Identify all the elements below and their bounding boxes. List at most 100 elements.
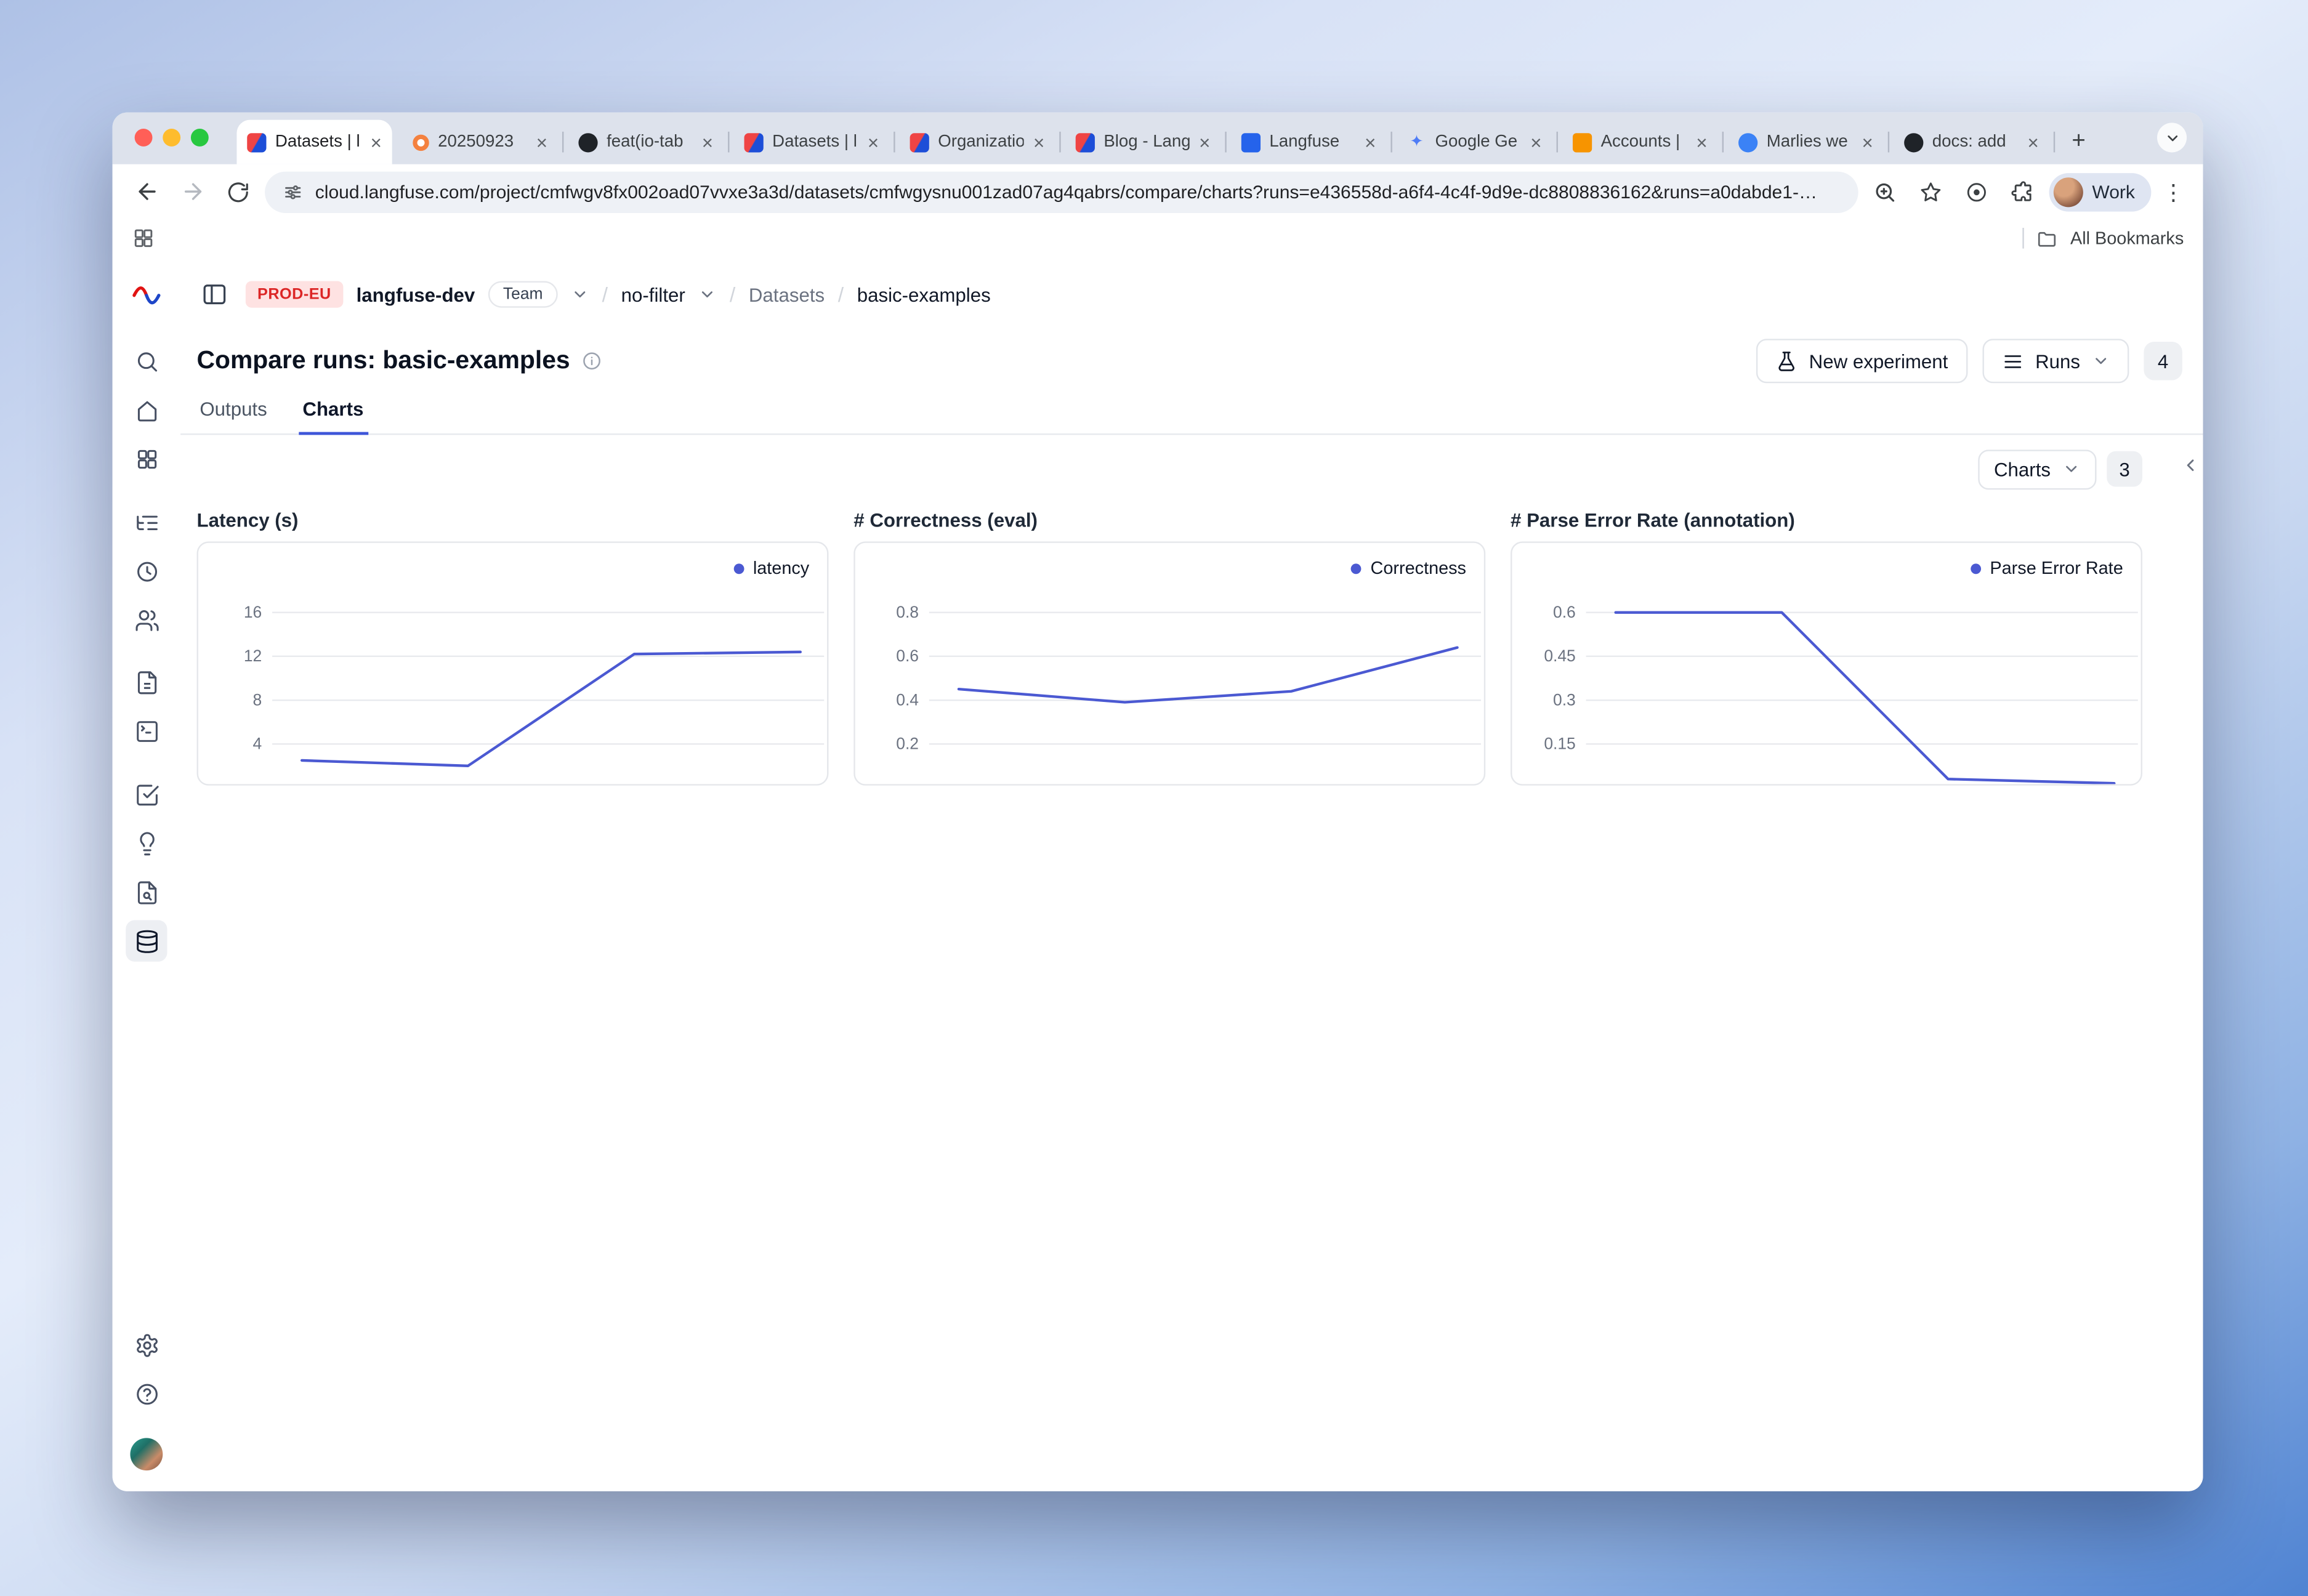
aws-favicon bbox=[1573, 132, 1592, 151]
tab-outputs[interactable]: Outputs bbox=[200, 398, 267, 433]
tab-title: 20250923 bbox=[438, 133, 527, 151]
tab-close-icon[interactable]: × bbox=[702, 132, 713, 151]
org-name[interactable]: langfuse-dev bbox=[357, 283, 475, 305]
minimize-window-button[interactable] bbox=[163, 129, 180, 147]
runs-dropdown-button[interactable]: Runs bbox=[1982, 339, 2129, 383]
browser-tab[interactable]: docs: add × bbox=[1894, 120, 2049, 164]
breadcrumb-separator: / bbox=[730, 283, 735, 306]
tab-close-icon[interactable]: × bbox=[1365, 132, 1376, 151]
sidebar-item-help[interactable] bbox=[126, 1374, 167, 1415]
site-settings-icon[interactable] bbox=[283, 181, 304, 202]
pinned-extension-button[interactable] bbox=[1958, 172, 1996, 211]
list-tree-icon bbox=[134, 510, 159, 535]
browser-tab[interactable]: 20250923 × bbox=[403, 120, 558, 164]
sidebar-item-users[interactable] bbox=[126, 599, 167, 640]
sidebar-item-home[interactable] bbox=[126, 390, 167, 431]
page-title: Compare runs: basic-examples bbox=[197, 346, 570, 376]
sidebar-item-search[interactable] bbox=[126, 341, 167, 382]
info-icon[interactable] bbox=[582, 350, 603, 371]
maximize-window-button[interactable] bbox=[191, 129, 209, 147]
tab-search-button[interactable] bbox=[2157, 123, 2187, 152]
sidebar-item-dashboard[interactable] bbox=[126, 438, 167, 480]
langfuse-favicon bbox=[910, 132, 929, 151]
browser-profile-chip[interactable]: Work bbox=[2049, 172, 2152, 211]
chart-panel: # Parse Error Rate (annotation) Parse Er… bbox=[1511, 509, 2142, 785]
sidebar-item-sessions[interactable] bbox=[126, 550, 167, 592]
chart-legend-label: latency bbox=[753, 558, 809, 579]
new-tab-button[interactable]: + bbox=[2062, 126, 2095, 158]
back-button[interactable] bbox=[127, 172, 166, 211]
browser-tab[interactable]: ✦ Google Ge × bbox=[1397, 120, 1552, 164]
langfuse-favicon bbox=[247, 132, 266, 151]
project-name[interactable]: no-filter bbox=[621, 283, 685, 305]
tab-close-icon[interactable]: × bbox=[1199, 132, 1210, 151]
sidebar-item-prompts[interactable] bbox=[126, 662, 167, 703]
url-bar[interactable]: cloud.langfuse.com/project/cmfwgv8fx002o… bbox=[265, 171, 1858, 212]
main-content: PROD-EU langfuse-dev Team / no-filter / … bbox=[180, 257, 2203, 1491]
tab-close-icon[interactable]: × bbox=[536, 132, 547, 151]
divider bbox=[2023, 228, 2024, 249]
sidebar-item-settings[interactable] bbox=[126, 1325, 167, 1366]
database-icon bbox=[134, 929, 159, 954]
svg-text:0.8: 0.8 bbox=[896, 603, 919, 621]
sidebar-toggle-button[interactable] bbox=[197, 276, 233, 312]
breadcrumb-datasets-link[interactable]: Datasets bbox=[749, 283, 825, 305]
tab-title: Datasets | l bbox=[275, 133, 361, 151]
browser-tab[interactable]: Langfuse × bbox=[1231, 120, 1386, 164]
breadcrumb-separator: / bbox=[602, 283, 608, 306]
sidebar-item-tracing[interactable] bbox=[126, 501, 167, 542]
forward-button[interactable] bbox=[173, 172, 211, 211]
browser-tab[interactable]: Marlies we × bbox=[1728, 120, 1883, 164]
chart-legend: Parse Error Rate bbox=[1971, 558, 2123, 579]
tab-title: Langfuse bbox=[1269, 133, 1355, 151]
collapse-panel-button[interactable] bbox=[2181, 456, 2200, 475]
tab-close-icon[interactable]: × bbox=[1033, 132, 1044, 151]
browser-tab[interactable]: feat(io-tab × bbox=[568, 120, 724, 164]
bookmark-star-button[interactable] bbox=[1911, 172, 1950, 211]
browser-tab[interactable]: Organizatio × bbox=[900, 120, 1055, 164]
sidebar-item-evaluation[interactable] bbox=[126, 774, 167, 815]
linkedin-favicon bbox=[1241, 132, 1261, 151]
sidebar-item-datasets[interactable] bbox=[126, 920, 167, 961]
chevron-down-icon[interactable] bbox=[571, 286, 589, 304]
runs-count-badge: 4 bbox=[2144, 342, 2182, 380]
tab-strip: Datasets | l × 20250923 × feat(io-tab × … bbox=[113, 113, 2203, 164]
window-controls bbox=[135, 129, 209, 147]
extensions-button[interactable] bbox=[2003, 172, 2041, 211]
zoom-icon[interactable] bbox=[1866, 172, 1904, 211]
browser-tab[interactable]: Blog - Lang × bbox=[1065, 120, 1221, 164]
langfuse-logo[interactable] bbox=[132, 278, 161, 308]
reload-button[interactable] bbox=[219, 172, 257, 211]
browser-tab[interactable]: Accounts | × bbox=[1562, 120, 1717, 164]
langfuse-favicon bbox=[1076, 132, 1095, 151]
tab-close-icon[interactable]: × bbox=[1696, 132, 1707, 151]
tab-close-icon[interactable]: × bbox=[371, 132, 382, 151]
close-window-button[interactable] bbox=[135, 129, 153, 147]
browser-tab[interactable]: Datasets | l × bbox=[236, 120, 392, 164]
tab-close-icon[interactable]: × bbox=[2028, 132, 2039, 151]
svg-text:0.2: 0.2 bbox=[896, 735, 919, 753]
langfuse-app: PROD-EU langfuse-dev Team / no-filter / … bbox=[113, 257, 2203, 1491]
org-plan-badge[interactable]: Team bbox=[488, 281, 558, 307]
charts-filter-label: Charts bbox=[1994, 458, 2051, 480]
chart-plot: 481216 bbox=[198, 543, 829, 786]
new-experiment-button[interactable]: New experiment bbox=[1756, 339, 1967, 383]
chevron-down-icon[interactable] bbox=[698, 286, 716, 304]
sidebar-item-playground[interactable] bbox=[126, 711, 167, 752]
app-sidebar bbox=[113, 257, 181, 1491]
sidebar-item-annotation[interactable] bbox=[126, 871, 167, 913]
apps-grid-icon[interactable] bbox=[132, 227, 155, 250]
tab-close-icon[interactable]: × bbox=[1530, 132, 1541, 151]
browser-tabs: Datasets | l × 20250923 × feat(io-tab × … bbox=[236, 120, 2059, 164]
puzzle-icon bbox=[2011, 180, 2034, 203]
user-avatar[interactable] bbox=[130, 1438, 163, 1470]
all-bookmarks-button[interactable]: All Bookmarks bbox=[2070, 228, 2184, 249]
sidebar-item-suggestions[interactable] bbox=[126, 823, 167, 864]
tab-charts[interactable]: Charts bbox=[302, 398, 363, 433]
browser-tab[interactable]: Datasets | l × bbox=[734, 120, 889, 164]
charts-filter-button[interactable]: Charts bbox=[1978, 449, 2097, 489]
browser-menu-button[interactable]: ⋮ bbox=[2158, 179, 2188, 205]
tab-close-icon[interactable]: × bbox=[868, 132, 879, 151]
tab-close-icon[interactable]: × bbox=[1862, 132, 1873, 151]
charts-grid: Latency (s) latency 481216 # Correctness… bbox=[180, 509, 2203, 785]
